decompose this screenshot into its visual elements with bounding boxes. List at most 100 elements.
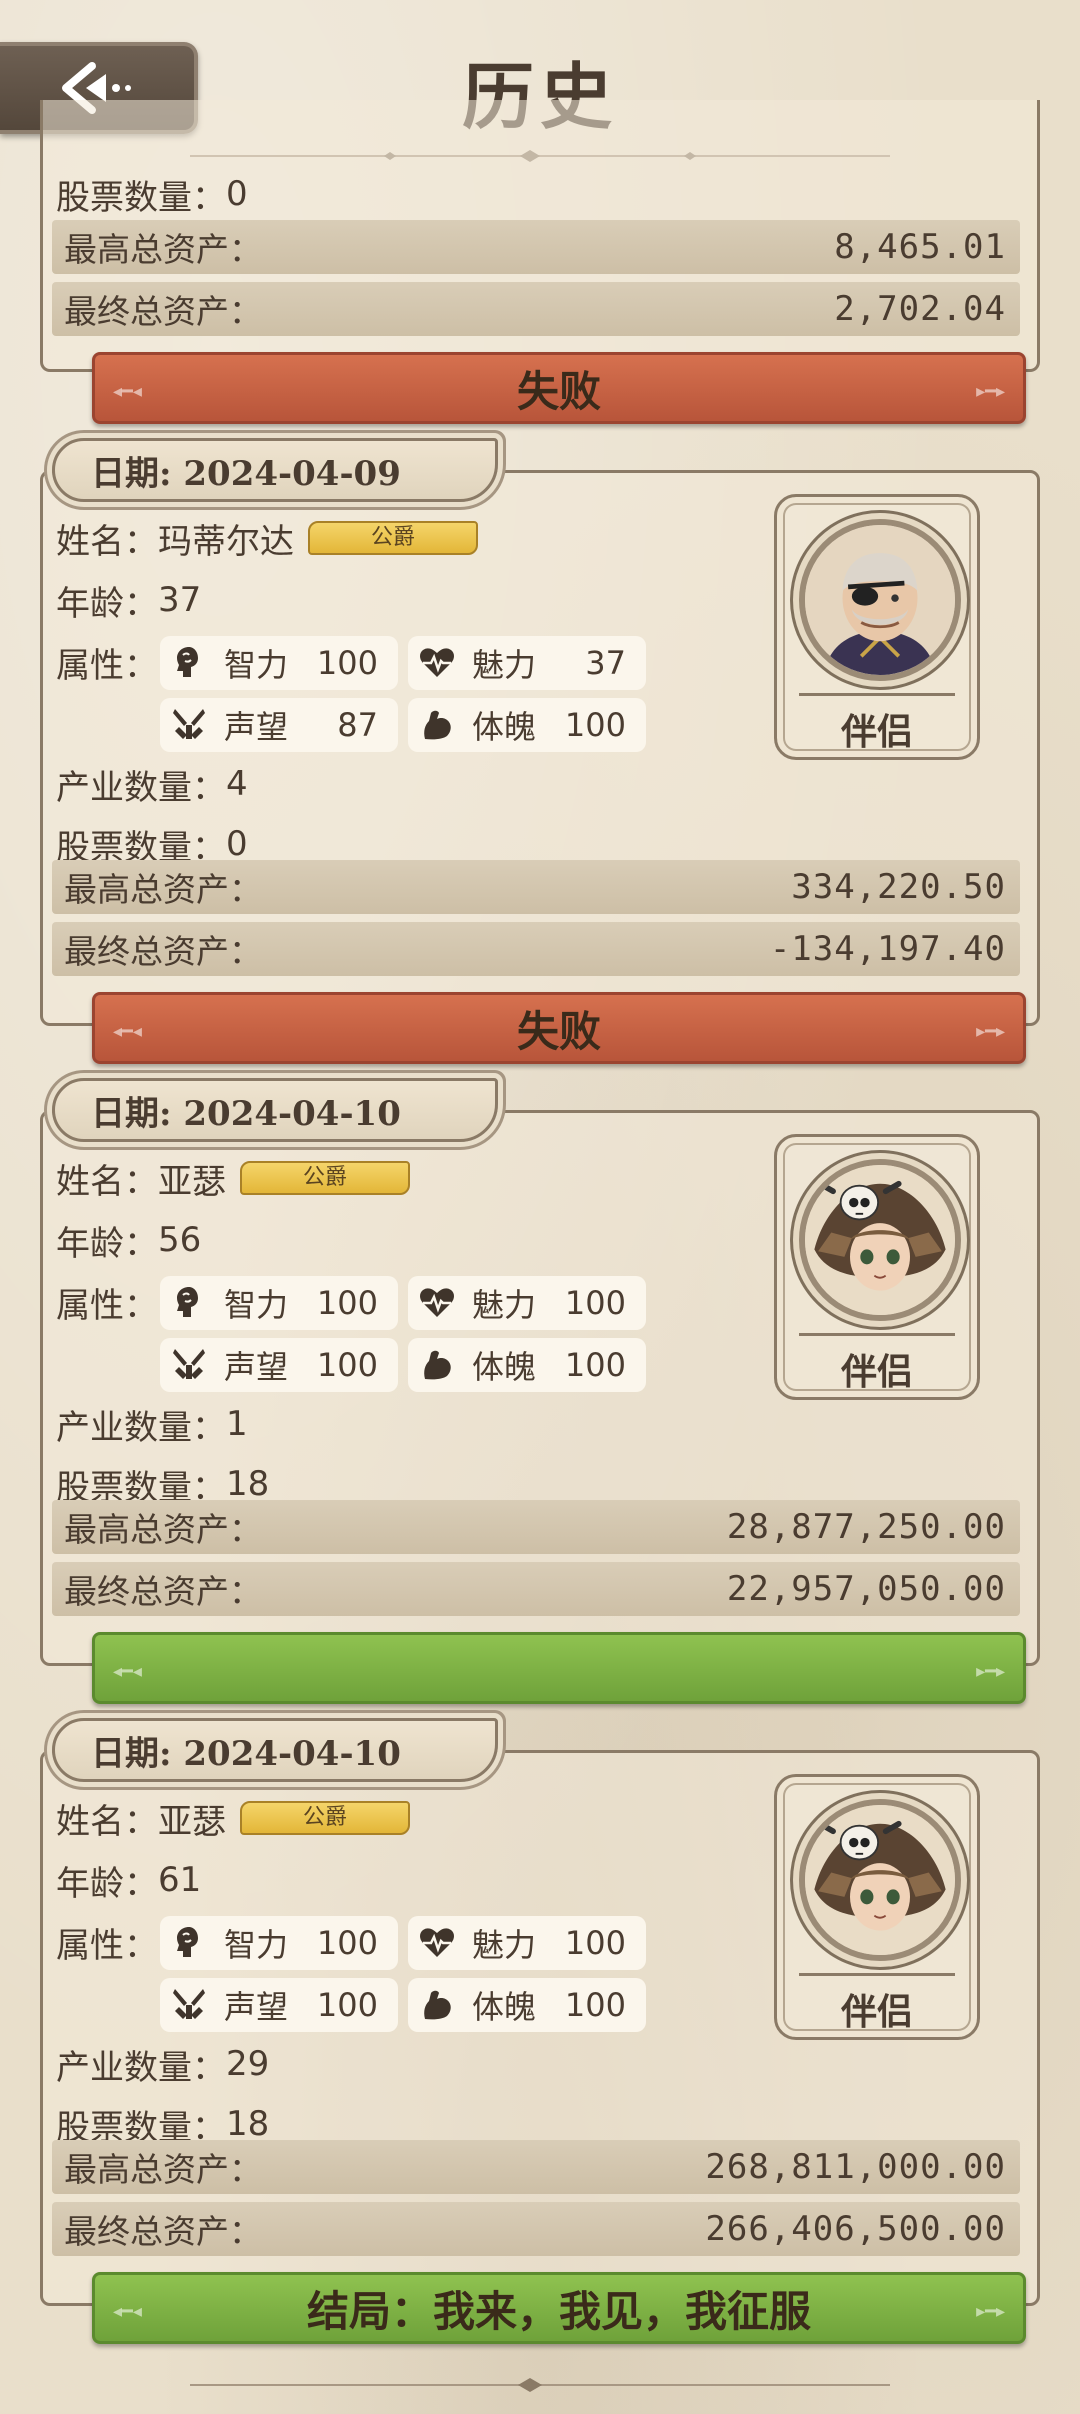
name-row: 姓名： 玛蒂尔达 公爵: [56, 510, 478, 566]
attr-intelligence: 智力 100: [160, 636, 398, 690]
attr-charm: 魅力 37: [408, 636, 646, 690]
partner-portrait: [799, 1799, 961, 1961]
attr-physique: 体魄 100: [408, 698, 646, 752]
brain-icon: [164, 638, 214, 688]
skull-hat-girl-portrait-icon: [805, 1805, 955, 1955]
attr-value: 100: [564, 1924, 626, 1962]
attrs-label: 属性：: [56, 645, 158, 686]
heartbeat-icon: [412, 1918, 462, 1968]
history-card-1: 日期: 2024-04-09 姓名： 玛蒂尔达 公爵 年龄： 37 属性： 智力…: [40, 438, 1040, 1078]
age-row: 年龄： 61: [56, 1852, 201, 1908]
attr-name: 声望: [224, 1348, 289, 1386]
age-value: 61: [158, 1860, 202, 1900]
stock-value: 0: [226, 824, 248, 864]
max-assets-label: 最高总资产：: [64, 2150, 262, 2189]
result-text: 结局：我来，我见，我征服: [306, 2286, 811, 2336]
crossed-swords-icon: [164, 700, 214, 750]
attr-value: 37: [585, 644, 626, 682]
final-assets-bar: 最终总资产： -134,197.40: [52, 922, 1020, 976]
divider: [799, 1333, 955, 1336]
final-assets-value: 2,702.04: [834, 289, 1006, 329]
final-assets-bar: 最终总资产： 266,406,500.00: [52, 2202, 1020, 2256]
attr-value: 100: [316, 1346, 378, 1384]
stock-label: 股票数量：: [56, 177, 226, 218]
age-label: 年龄：: [56, 1223, 158, 1264]
attr-charm: 魅力 100: [408, 1276, 646, 1330]
attr-value: 100: [316, 1986, 378, 2024]
industry-label: 产业数量：: [56, 767, 226, 808]
age-label: 年龄：: [56, 1863, 158, 1904]
title-badge: 公爵: [240, 1801, 410, 1835]
attr-name: 体魄: [472, 708, 537, 746]
partner-portrait: [799, 1159, 961, 1321]
crossed-swords-icon: [164, 1980, 214, 2030]
name-label: 姓名：: [56, 1801, 158, 1842]
partner-card[interactable]: 伴侣: [774, 1134, 980, 1400]
stock-value: 18: [226, 2104, 270, 2144]
age-value: 37: [158, 580, 202, 620]
final-assets-bar: 最终总资产： 22,957,050.00: [52, 1562, 1020, 1616]
industry-value: 4: [226, 764, 248, 804]
attr-physique: 体魄 100: [408, 1978, 646, 2032]
attr-value: 100: [564, 1346, 626, 1384]
industry-label: 产业数量：: [56, 2047, 226, 2088]
divider: [799, 693, 955, 696]
max-assets-value: 28,877,250.00: [726, 1507, 1006, 1547]
attr-name: 魅力: [472, 646, 537, 684]
result-banner: ◂━◂ ▸━▸: [92, 1632, 1026, 1704]
banner-ornament-left-icon: ◂━◂: [113, 2301, 142, 2322]
attr-value: 100: [316, 1284, 378, 1322]
attrs-label: 属性：: [56, 1285, 158, 1326]
bottom-ornament: [190, 2378, 890, 2392]
partner-card[interactable]: 伴侣: [774, 1774, 980, 2040]
industry-row: 产业数量： 29: [56, 2036, 269, 2092]
banner-ornament-right-icon: ▸━▸: [976, 1661, 1005, 1682]
brain-icon: [164, 1278, 214, 1328]
flexed-arm-icon: [412, 1980, 462, 2030]
attr-name: 声望: [224, 708, 289, 746]
industry-row: 产业数量： 1: [56, 1396, 248, 1452]
final-assets-label: 最终总资产：: [64, 1572, 262, 1611]
attr-name: 智力: [224, 1926, 289, 1964]
result-banner: ◂━◂ 失败 ▸━▸: [92, 352, 1026, 424]
banner-ornament-right-icon: ▸━▸: [976, 381, 1005, 402]
partner-portrait: [799, 519, 961, 681]
final-assets-value: -134,197.40: [769, 929, 1006, 969]
name-label: 姓名：: [56, 1161, 158, 1202]
attr-value: 100: [316, 644, 378, 682]
banner-ornament-right-icon: ▸━▸: [976, 2301, 1005, 2322]
heartbeat-icon: [412, 1278, 462, 1328]
name-row: 姓名： 亚瑟 公爵: [56, 1150, 410, 1206]
flexed-arm-icon: [412, 700, 462, 750]
max-assets-label: 最高总资产：: [64, 1510, 262, 1549]
result-banner: ◂━◂ 失败 ▸━▸: [92, 992, 1026, 1064]
skull-hat-girl-portrait-icon: [805, 1165, 955, 1315]
attr-name: 智力: [224, 1286, 289, 1324]
attr-name: 魅力: [472, 1926, 537, 1964]
industry-row: 产业数量： 4: [56, 756, 248, 812]
attr-value: 100: [316, 1924, 378, 1962]
max-assets-bar: 最高总资产： 268,811,000.00: [52, 2140, 1020, 2194]
attr-value: 100: [564, 1284, 626, 1322]
max-assets-bar: 最高总资产： 334,220.50: [52, 860, 1020, 914]
max-assets-bar: 最高总资产： 28,877,250.00: [52, 1500, 1020, 1554]
attr-value: 100: [564, 706, 626, 744]
max-assets-label: 最高总资产：: [64, 870, 262, 909]
attr-name: 体魄: [472, 1988, 537, 2026]
heartbeat-icon: [412, 638, 462, 688]
industry-value: 1: [226, 1404, 248, 1444]
partner-card[interactable]: 伴侣: [774, 494, 980, 760]
attr-name: 体魄: [472, 1348, 537, 1386]
final-assets-value: 266,406,500.00: [705, 2209, 1006, 2249]
title-badge: 公爵: [240, 1161, 410, 1195]
attr-reputation: 声望 87: [160, 698, 398, 752]
banner-ornament-left-icon: ◂━◂: [113, 1661, 142, 1682]
max-assets-bar: 最高总资产： 8,465.01: [52, 220, 1020, 274]
attr-physique: 体魄 100: [408, 1338, 646, 1392]
date-tab: 日期: 2024-04-10: [52, 1078, 498, 1142]
date-tab: 日期: 2024-04-10: [52, 1718, 498, 1782]
attr-value: 87: [337, 706, 378, 744]
max-assets-label: 最高总资产：: [64, 230, 262, 269]
name-value: 玛蒂尔达: [158, 521, 294, 562]
brain-icon: [164, 1918, 214, 1968]
